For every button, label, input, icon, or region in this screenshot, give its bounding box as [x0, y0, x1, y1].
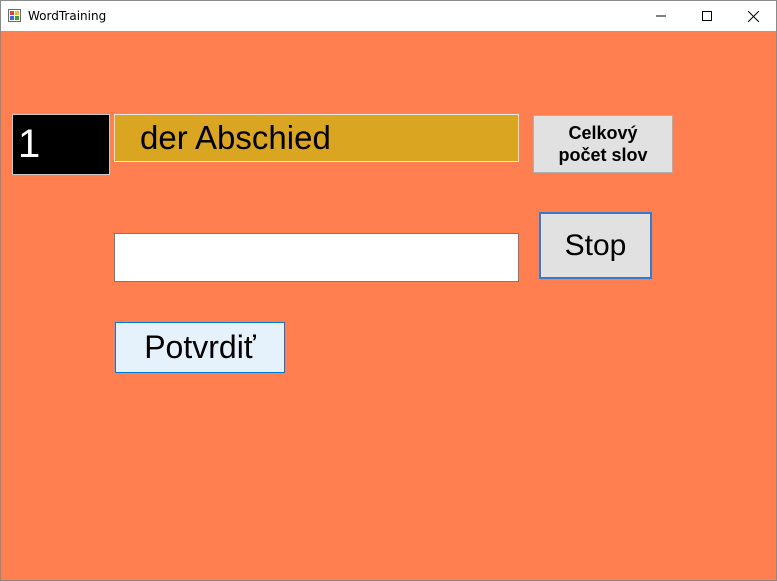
- answer-input[interactable]: [114, 233, 519, 282]
- window-title: WordTraining: [28, 9, 107, 23]
- total-words-button[interactable]: Celkový počet slov: [533, 115, 673, 173]
- confirm-button[interactable]: Potvrdiť: [115, 322, 285, 373]
- word-counter: 1: [12, 114, 110, 175]
- title-bar[interactable]: WordTraining: [1, 1, 776, 31]
- close-button[interactable]: [730, 1, 776, 31]
- current-word-label: der Abschied: [114, 114, 519, 162]
- maximize-button[interactable]: [684, 1, 730, 31]
- stop-button[interactable]: Stop: [539, 212, 652, 279]
- minimize-icon: [656, 15, 666, 17]
- minimize-button[interactable]: [638, 1, 684, 31]
- client-area: 1 der Abschied Celkový počet slov Stop P…: [1, 31, 776, 580]
- maximize-icon: [702, 11, 712, 21]
- app-icon: [8, 9, 21, 22]
- close-icon: [747, 10, 759, 22]
- app-window: WordTraining 1 der Abschied Celkový poče…: [0, 0, 777, 581]
